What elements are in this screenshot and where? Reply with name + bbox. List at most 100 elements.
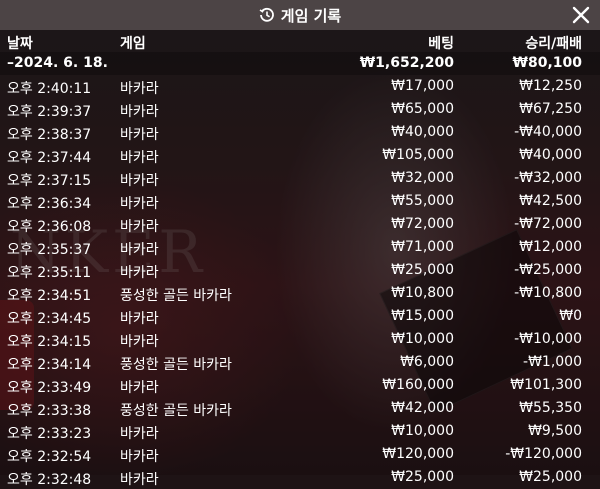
table-row[interactable]: 오후 2:39:37 바카라 ₩65,000 ₩67,250 bbox=[0, 98, 600, 121]
row-bet: ₩10,000 bbox=[391, 331, 454, 347]
table-row[interactable]: 오후 2:32:54 바카라 ₩120,000 -₩120,000 bbox=[0, 443, 600, 466]
row-bet: ₩10,800 bbox=[391, 285, 454, 301]
table-row[interactable]: 오후 2:36:08 바카라 ₩72,000 -₩72,000 bbox=[0, 213, 600, 236]
game-history-table: 날짜 게임 베팅 승리/패배 –2024. 6. 18. ₩1,652,200 … bbox=[0, 30, 600, 489]
row-result: -₩1,000 bbox=[523, 354, 582, 370]
row-result: ₩101,300 bbox=[510, 377, 582, 393]
title-group: 게임 기록 bbox=[259, 5, 341, 26]
summary-date: –2024. 6. 18. bbox=[7, 55, 108, 71]
row-result: ₩12,250 bbox=[519, 78, 582, 94]
row-time: 오후 2:37:44 bbox=[7, 150, 92, 166]
close-button[interactable] bbox=[570, 4, 592, 26]
date-summary-row[interactable]: –2024. 6. 18. ₩1,652,200 ₩80,100 bbox=[0, 52, 600, 75]
row-time: 오후 2:37:15 bbox=[7, 173, 92, 189]
row-game: 바카라 bbox=[120, 311, 159, 327]
row-time: 오후 2:36:08 bbox=[7, 219, 92, 235]
row-bet: ₩65,000 bbox=[391, 101, 454, 117]
row-bet: ₩25,000 bbox=[391, 262, 454, 278]
row-time: 오후 2:40:11 bbox=[7, 81, 92, 97]
table-row[interactable]: 오후 2:33:49 바카라 ₩160,000 ₩101,300 bbox=[0, 374, 600, 397]
row-bet: ₩160,000 bbox=[382, 377, 454, 393]
row-time: 오후 2:34:51 bbox=[7, 288, 92, 304]
row-bet: ₩71,000 bbox=[391, 239, 454, 255]
row-bet: ₩40,000 bbox=[391, 124, 454, 140]
row-time: 오후 2:32:54 bbox=[7, 449, 92, 465]
row-time: 오후 2:34:45 bbox=[7, 311, 92, 327]
row-bet: ₩55,000 bbox=[391, 193, 454, 209]
row-game: 바카라 bbox=[120, 173, 159, 189]
row-time: 오후 2:38:37 bbox=[7, 127, 92, 143]
table-row[interactable]: 오후 2:32:48 바카라 ₩25,000 ₩25,000 bbox=[0, 466, 600, 489]
row-time: 오후 2:34:15 bbox=[7, 334, 92, 350]
row-result: -₩25,000 bbox=[514, 262, 582, 278]
row-bet: ₩6,000 bbox=[400, 354, 454, 370]
row-time: 오후 2:33:38 bbox=[7, 403, 92, 419]
row-result: -₩40,000 bbox=[514, 124, 582, 140]
row-result: -₩72,000 bbox=[514, 216, 582, 232]
row-time: 오후 2:35:11 bbox=[7, 265, 92, 281]
row-result: ₩12,000 bbox=[519, 239, 582, 255]
row-game: 바카라 bbox=[120, 150, 159, 166]
row-bet: ₩15,000 bbox=[391, 308, 454, 324]
row-time: 오후 2:34:14 bbox=[7, 357, 92, 373]
table-row[interactable]: 오후 2:33:38 풍성한 골든 바카라 ₩42,000 ₩55,350 bbox=[0, 397, 600, 420]
table-row[interactable]: 오후 2:33:23 바카라 ₩10,000 ₩9,500 bbox=[0, 420, 600, 443]
row-time: 오후 2:36:34 bbox=[7, 196, 92, 212]
row-result: ₩40,000 bbox=[519, 147, 582, 163]
row-result: ₩9,500 bbox=[528, 423, 582, 439]
row-time: 오후 2:35:37 bbox=[7, 242, 92, 258]
table-row[interactable]: 오후 2:34:14 풍성한 골든 바카라 ₩6,000 -₩1,000 bbox=[0, 351, 600, 374]
close-icon bbox=[572, 6, 590, 24]
table-row[interactable]: 오후 2:35:11 바카라 ₩25,000 -₩25,000 bbox=[0, 259, 600, 282]
title-bar: 게임 기록 bbox=[0, 0, 600, 30]
table-row[interactable]: 오후 2:34:15 바카라 ₩10,000 -₩10,000 bbox=[0, 328, 600, 351]
row-game: 바카라 bbox=[120, 380, 159, 396]
summary-result-total: ₩80,100 bbox=[512, 55, 582, 71]
row-game: 풍성한 골든 바카라 bbox=[120, 403, 232, 419]
row-time: 오후 2:33:49 bbox=[7, 380, 92, 396]
row-game: 바카라 bbox=[120, 81, 159, 97]
column-header-bet: 베팅 bbox=[428, 36, 454, 52]
row-bet: ₩10,000 bbox=[391, 423, 454, 439]
summary-bet-total: ₩1,652,200 bbox=[359, 55, 454, 71]
table-header: 날짜 게임 베팅 승리/패배 bbox=[0, 30, 600, 52]
column-header-result: 승리/패배 bbox=[525, 36, 582, 52]
table-row[interactable]: 오후 2:38:37 바카라 ₩40,000 -₩40,000 bbox=[0, 121, 600, 144]
table-row[interactable]: 오후 2:40:11 바카라 ₩17,000 ₩12,250 bbox=[0, 75, 600, 98]
row-bet: ₩120,000 bbox=[382, 446, 454, 462]
row-game: 바카라 bbox=[120, 219, 159, 235]
row-bet: ₩25,000 bbox=[391, 469, 454, 485]
column-header-game: 게임 bbox=[120, 36, 146, 52]
column-header-date: 날짜 bbox=[7, 36, 33, 52]
row-game: 풍성한 골든 바카라 bbox=[120, 288, 232, 304]
row-result: -₩32,000 bbox=[514, 170, 582, 186]
row-result: -₩10,000 bbox=[514, 331, 582, 347]
row-game: 풍성한 골든 바카라 bbox=[120, 357, 232, 373]
table-row[interactable]: 오후 2:37:15 바카라 ₩32,000 -₩32,000 bbox=[0, 167, 600, 190]
row-bet: ₩72,000 bbox=[391, 216, 454, 232]
row-result: -₩10,800 bbox=[514, 285, 582, 301]
row-game: 바카라 bbox=[120, 472, 159, 488]
table-row[interactable]: 오후 2:35:37 바카라 ₩71,000 ₩12,000 bbox=[0, 236, 600, 259]
row-result: ₩0 bbox=[559, 308, 582, 324]
row-result: ₩55,350 bbox=[519, 400, 582, 416]
row-result: -₩120,000 bbox=[505, 446, 582, 462]
row-bet: ₩32,000 bbox=[391, 170, 454, 186]
table-row[interactable]: 오후 2:37:44 바카라 ₩105,000 ₩40,000 bbox=[0, 144, 600, 167]
row-time: 오후 2:39:37 bbox=[7, 104, 92, 120]
history-icon bbox=[259, 7, 275, 23]
row-game: 바카라 bbox=[120, 104, 159, 120]
row-result: ₩42,500 bbox=[519, 193, 582, 209]
row-game: 바카라 bbox=[120, 265, 159, 281]
table-row[interactable]: 오후 2:36:34 바카라 ₩55,000 ₩42,500 bbox=[0, 190, 600, 213]
row-game: 바카라 bbox=[120, 242, 159, 258]
row-game: 바카라 bbox=[120, 196, 159, 212]
row-time: 오후 2:33:23 bbox=[7, 426, 92, 442]
row-game: 바카라 bbox=[120, 449, 159, 465]
table-row[interactable]: 오후 2:34:45 바카라 ₩15,000 ₩0 bbox=[0, 305, 600, 328]
window-title: 게임 기록 bbox=[280, 6, 342, 25]
row-bet: ₩42,000 bbox=[391, 400, 454, 416]
row-bet: ₩105,000 bbox=[382, 147, 454, 163]
table-row[interactable]: 오후 2:34:51 풍성한 골든 바카라 ₩10,800 -₩10,800 bbox=[0, 282, 600, 305]
row-result: ₩67,250 bbox=[519, 101, 582, 117]
